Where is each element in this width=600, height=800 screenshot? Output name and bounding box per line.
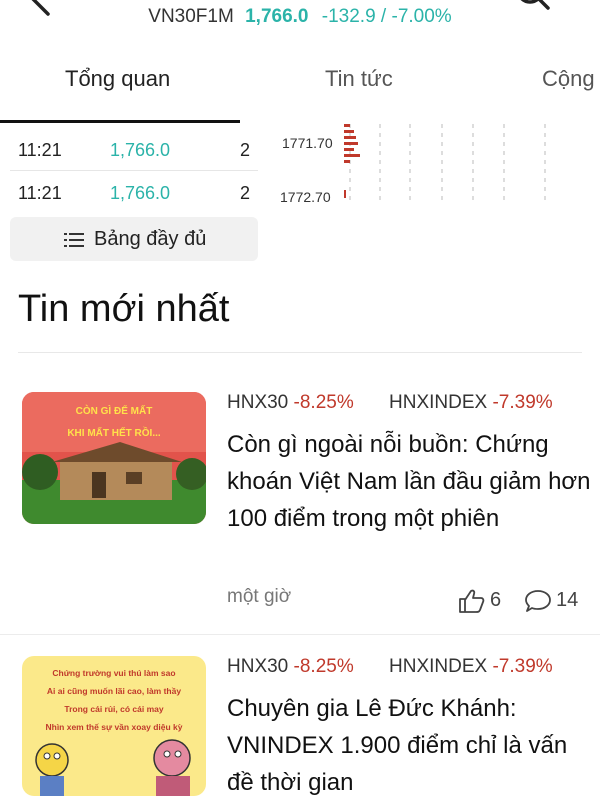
card-divider [0,634,600,635]
like-button[interactable]: 6 [458,588,518,614]
tag-name[interactable]: HNX30 [227,392,288,413]
news-thumbnail[interactable]: CÒN GÌ ĐỂ MẤT KHI MẤT HẾT RỒI... [22,392,206,524]
news-tags: HNX30 -8.25% HNXINDEX -7.39% [227,392,553,414]
orderbook-level-label: 1772.70 [280,189,331,205]
trade-row: 11:21 1,766.0 2 [0,171,258,213]
thumbnail-caption: Nhìn xem thế sự vần xoay diệu kỳ [45,722,182,732]
trade-volume: 2 [240,183,251,203]
tag-change[interactable]: -7.39% [492,656,552,677]
orderbook-bar [344,130,354,133]
list-icon [64,233,84,247]
thumbnail-caption: Trong cái rủi, có cái may [64,704,163,714]
orderbook-bar [344,148,354,151]
orderbook-bar [344,190,346,198]
thumbnail-caption: Ai ai cũng muốn lãi cao, làm thầy [47,686,181,696]
trade-time: 11:21 [18,140,62,160]
trade-row: 11:21 1,766.0 2 [0,128,258,170]
orderbook-bar [344,154,360,157]
order-book-depth-chart: 1771.70 1772.70 [280,124,546,205]
news-tags: HNX30 -8.25% HNXINDEX -7.39% [227,656,553,678]
full-table-button[interactable]: Bảng đầy đủ [10,217,258,261]
ticker-symbol: VN30F1M [148,6,234,27]
ticker-change: -132.9 / -7.00% [321,6,452,27]
tab-bar: Tổng quan Tin tức Cộng [0,44,600,124]
ticker-price: 1,766.0 [245,6,309,27]
orderbook-bar [344,142,358,145]
thumbs-up-icon [459,589,485,613]
tab-community[interactable]: Cộng [542,66,595,92]
search-icon[interactable] [512,0,556,16]
trade-time: 11:21 [18,183,62,203]
thumbnail-caption: CÒN GÌ ĐỂ MẤT [76,404,153,417]
orderbook-bar [344,160,350,163]
ticker-summary: VN30F1M 1,766.0 -132.9 / -7.00% [0,6,600,28]
comment-icon [525,590,551,612]
top-bar: VN30F1M 1,766.0 -132.9 / -7.00% [0,0,600,44]
comment-button[interactable]: 14 [524,588,594,614]
news-headline[interactable]: Còn gì ngoài nỗi buồn: Chứng khoán Việt … [227,426,592,537]
section-title: Tin mới nhất [18,288,230,330]
trade-volume: 2 [240,140,251,160]
tag-name[interactable]: HNXINDEX [389,656,487,677]
tag-change[interactable]: -8.25% [294,392,354,413]
trade-price: 1,766.0 [110,140,171,160]
active-tab-indicator [0,120,240,123]
tab-overview[interactable]: Tổng quan [65,66,170,92]
tag-name[interactable]: HNXINDEX [389,392,487,413]
tag-change[interactable]: -8.25% [294,656,354,677]
like-count: 6 [490,589,502,611]
full-table-label: Bảng đầy đủ [94,228,207,250]
thumbnail-caption: KHI MẤT HẾT RỒI... [67,426,161,439]
tab-news[interactable]: Tin tức [325,66,393,92]
tag-name[interactable]: HNX30 [227,656,288,677]
tag-change[interactable]: -7.39% [492,392,552,413]
comment-count: 14 [556,589,579,611]
trade-price: 1,766.0 [110,183,171,203]
orderbook-level-label: 1771.70 [282,135,333,151]
news-thumbnail[interactable]: Chứng trường vui thú làm sao Ai ai cũng … [22,656,206,796]
thumbnail-caption: Chứng trường vui thú làm sao [52,668,175,678]
section-divider [18,352,582,353]
orderbook-bar [344,124,350,127]
news-headline[interactable]: Chuyên gia Lê Đức Khánh: VNINDEX 1.900 đ… [227,690,592,800]
orderbook-bar [344,136,356,139]
news-time: một giờ [227,586,292,607]
